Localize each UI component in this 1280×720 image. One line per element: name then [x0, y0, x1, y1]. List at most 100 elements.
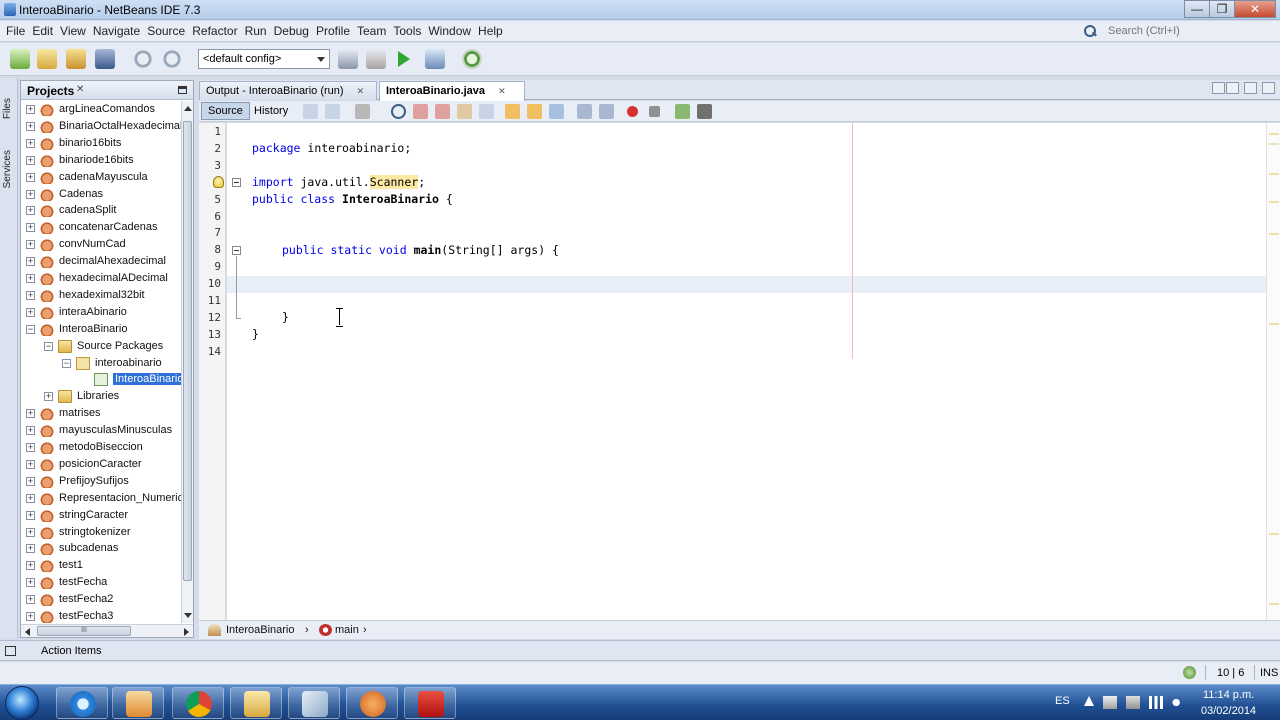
taskbar-chrome[interactable]: [172, 687, 224, 719]
expand-icon[interactable]: +: [26, 409, 35, 419]
uncomment-icon[interactable]: [697, 104, 712, 119]
vertical-scrollbar[interactable]: [181, 101, 193, 623]
expand-icon[interactable]: +: [26, 510, 35, 520]
taskbar-app-hand[interactable]: [346, 687, 398, 719]
expand-icon[interactable]: +: [26, 527, 35, 537]
expand-icon[interactable]: +: [26, 595, 35, 605]
expand-icon[interactable]: +: [26, 189, 35, 199]
tree-item[interactable]: + stringCaracter: [21, 507, 181, 524]
stripe-mark[interactable]: [1269, 133, 1279, 135]
expand-icon[interactable]: +: [26, 155, 35, 165]
menu-debug[interactable]: Debug: [271, 24, 312, 38]
redo-icon[interactable]: [162, 49, 182, 69]
tree-item[interactable]: + Libraries: [21, 388, 181, 405]
menu-profile[interactable]: Profile: [313, 24, 353, 38]
tree-item[interactable]: + decimalAhexadecimal: [21, 253, 181, 270]
minimize-button[interactable]: —: [1184, 0, 1210, 18]
set-project-config-icon[interactable]: [338, 49, 358, 69]
run-project-icon[interactable]: [398, 51, 410, 67]
taskbar-explorer[interactable]: [230, 687, 282, 719]
expand-icon[interactable]: +: [26, 105, 35, 114]
scroll-down-icon[interactable]: [184, 613, 192, 618]
taskbar-internet-explorer[interactable]: [56, 687, 108, 719]
configuration-select[interactable]: <default config>: [198, 49, 330, 69]
fold-toggle-icon[interactable]: [232, 246, 241, 255]
expand-icon[interactable]: +: [26, 443, 35, 452]
menu-view[interactable]: View: [57, 24, 89, 38]
fold-toggle-icon[interactable]: [232, 178, 241, 187]
tab-output[interactable]: Output - InteroaBinario (run) ✕: [199, 81, 377, 100]
expand-icon[interactable]: +: [26, 578, 35, 588]
services-window-tab[interactable]: Services: [2, 150, 13, 188]
tree-item[interactable]: + hexadecimalADecimal: [21, 270, 181, 287]
collapse-icon[interactable]: −: [62, 358, 71, 368]
history-view-button[interactable]: History: [247, 102, 295, 120]
back-icon[interactable]: [325, 104, 340, 119]
new-file-icon[interactable]: [10, 49, 30, 69]
scroll-tabs-right-icon[interactable]: [1226, 82, 1239, 94]
taskbar-media-player[interactable]: [112, 687, 164, 719]
source-view-button[interactable]: Source: [201, 102, 250, 120]
error-stripe[interactable]: [1266, 123, 1280, 620]
tree-item[interactable]: + cadenaMayuscula: [21, 169, 181, 186]
maximize-button[interactable]: ❐: [1209, 0, 1235, 18]
last-edit-icon[interactable]: [303, 104, 318, 119]
toggle-rectangular-selection-icon[interactable]: [479, 104, 494, 119]
breadcrumb-method[interactable]: main: [335, 624, 359, 636]
scroll-tabs-left-icon[interactable]: [1212, 82, 1225, 94]
breadcrumb-class[interactable]: InteroaBinario: [226, 624, 295, 636]
expand-icon[interactable]: +: [26, 426, 35, 436]
stop-macro-icon[interactable]: [649, 106, 660, 117]
taskbar-app-cube[interactable]: [288, 687, 340, 719]
notifications-icon[interactable]: [1183, 666, 1196, 679]
expand-icon[interactable]: +: [26, 493, 35, 503]
tree-item[interactable]: + binariode16bits: [21, 152, 181, 169]
start-button[interactable]: [5, 686, 39, 720]
scroll-thumb[interactable]: [183, 121, 192, 581]
find-selection-icon[interactable]: [391, 104, 406, 119]
scroll-left-icon[interactable]: [25, 628, 30, 636]
expand-icon[interactable]: +: [26, 240, 35, 250]
open-project-icon[interactable]: [66, 49, 86, 69]
restore-window-icon[interactable]: [5, 646, 16, 656]
tree-item[interactable]: + matrises: [21, 405, 181, 422]
find-previous-icon[interactable]: [413, 104, 428, 119]
show-opened-documents-icon[interactable]: [1244, 82, 1257, 94]
stripe-mark[interactable]: [1269, 233, 1279, 235]
close-icon[interactable]: ✕: [498, 86, 506, 96]
scroll-thumb-horizontal[interactable]: III: [37, 626, 131, 636]
network-icon[interactable]: [1149, 696, 1163, 709]
tree-item[interactable]: + testFecha: [21, 574, 181, 591]
stripe-mark[interactable]: [1269, 323, 1279, 325]
undo-icon[interactable]: [133, 49, 153, 69]
forward-icon[interactable]: [355, 104, 370, 119]
expand-icon[interactable]: +: [26, 544, 35, 554]
tree-item[interactable]: − Source Packages: [21, 338, 181, 355]
language-indicator[interactable]: ES: [1055, 695, 1070, 707]
stripe-mark[interactable]: [1269, 603, 1279, 605]
hint-bulb-icon[interactable]: [213, 176, 224, 188]
comment-icon[interactable]: [675, 104, 690, 119]
clock-date[interactable]: 03/02/2014: [1201, 705, 1256, 717]
expand-icon[interactable]: +: [26, 172, 35, 182]
menu-file[interactable]: File: [3, 24, 28, 38]
menu-edit[interactable]: Edit: [29, 24, 56, 38]
menu-source[interactable]: Source: [144, 24, 188, 38]
tree-item[interactable]: + hexadeximal32bit: [21, 287, 181, 304]
tree-item[interactable]: + argLineaComandos: [21, 101, 181, 118]
close-icon[interactable]: ✕: [76, 84, 84, 95]
tree-item[interactable]: + metodoBiseccion: [21, 439, 181, 456]
tree-item[interactable]: + concatenarCadenas: [21, 219, 181, 236]
toggle-bookmark-icon[interactable]: [549, 104, 564, 119]
menu-help[interactable]: Help: [475, 24, 506, 38]
projects-tab[interactable]: Projects: [27, 84, 74, 98]
tree-item[interactable]: + PrefijoySufijos: [21, 473, 181, 490]
expand-icon[interactable]: +: [26, 274, 35, 283]
tree-item[interactable]: + BinariaOctalHexadecimal: [21, 118, 181, 135]
find-next-icon[interactable]: [435, 104, 450, 119]
save-all-icon[interactable]: [95, 49, 115, 69]
tree-item[interactable]: − interoabinario: [21, 355, 181, 372]
taskbar-acrobat[interactable]: [404, 687, 456, 719]
horizontal-scrollbar[interactable]: III: [21, 624, 193, 637]
stripe-mark[interactable]: [1269, 533, 1279, 535]
